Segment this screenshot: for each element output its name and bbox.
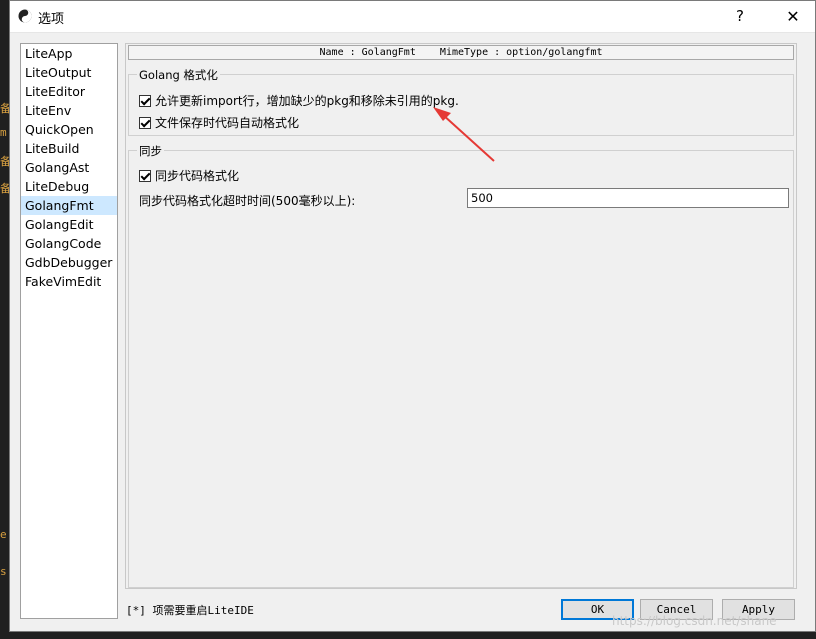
- sync-group: 同步 同步代码格式化 同步代码格式化超时时间(500毫秒以上):: [128, 143, 794, 588]
- options-dialog: 选项 ? ✕ LiteApp LiteOutput LiteEditor Lit…: [9, 0, 816, 632]
- annotation-arrow-icon: [433, 107, 495, 162]
- category-liteapp[interactable]: LiteApp: [21, 44, 117, 63]
- category-golangcode[interactable]: GolangCode: [21, 234, 117, 253]
- category-litedebug[interactable]: LiteDebug: [21, 177, 117, 196]
- help-button[interactable]: ?: [722, 1, 758, 32]
- category-golangast[interactable]: GolangAst: [21, 158, 117, 177]
- category-litebuild[interactable]: LiteBuild: [21, 139, 117, 158]
- category-fakevimedit[interactable]: FakeVimEdit: [21, 272, 117, 291]
- category-liteenv[interactable]: LiteEnv: [21, 101, 117, 120]
- window-title: 选项: [38, 12, 65, 27]
- liteide-logo-icon: [18, 9, 32, 23]
- category-quickopen[interactable]: QuickOpen: [21, 120, 117, 139]
- category-golangedit[interactable]: GolangEdit: [21, 215, 117, 234]
- category-golangfmt[interactable]: GolangFmt: [21, 196, 117, 215]
- title-bar: 选项 ? ✕: [10, 1, 815, 33]
- settings-panel: Name : GolangFmt MimeType : option/golan…: [125, 43, 797, 589]
- close-button[interactable]: ✕: [770, 1, 816, 32]
- category-gdbdebugger[interactable]: GdbDebugger: [21, 253, 117, 272]
- restart-required-note: [*] 项需要重启LiteIDE: [126, 604, 254, 617]
- options-category-list[interactable]: LiteApp LiteOutput LiteEditor LiteEnv Qu…: [20, 43, 118, 619]
- watermark-text: https://blog.csdn.net/shane: [612, 614, 777, 628]
- category-liteeditor[interactable]: LiteEditor: [21, 82, 117, 101]
- category-liteoutput[interactable]: LiteOutput: [21, 63, 117, 82]
